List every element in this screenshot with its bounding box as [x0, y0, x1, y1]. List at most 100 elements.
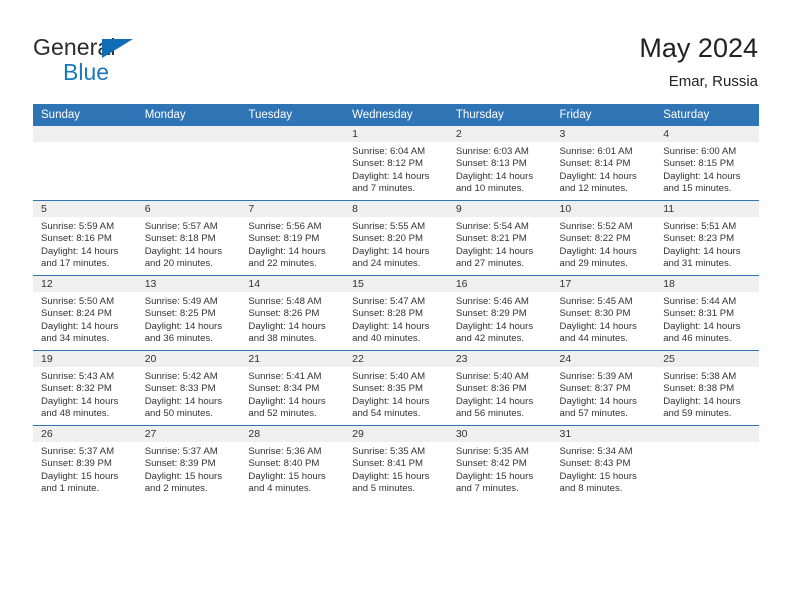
day-detail-line: Daylight: 14 hours	[144, 245, 223, 257]
week-row: 26 Sunrise: 5:37 AM Sunset: 8:39 PM Dayligh…	[33, 425, 759, 500]
day-detail-line: Sunset: 8:25 PM	[144, 308, 216, 320]
day-detail-line: Sunset: 8:23 PM	[663, 233, 735, 245]
week-row: 12 Sunrise: 5:50 AM Sunset: 8:24 PM Dayligh…	[33, 275, 759, 351]
day-detail-line: Sunset: 8:39 PM	[41, 458, 112, 470]
day-number: 13	[136, 276, 241, 292]
day-details: Sunrise: 5:59 AM Sunset: 8:16 PM Daylight:…	[33, 217, 137, 274]
day-detail-line: and 2 minutes.	[144, 483, 208, 495]
day-detail-line: Sunset: 8:31 PM	[663, 308, 735, 320]
day-cell-2[interactable]: 2 Sunrise: 6:03 AM Sunset: 8:13 PM Daylight…	[447, 126, 552, 201]
day-cell-19[interactable]: 19 Sunrise: 5:43 AM Sunset: 8:32 PM Dayligh…	[33, 350, 137, 426]
day-cell-3[interactable]: 3 Sunrise: 6:01 AM Sunset: 8:14 PM Daylight…	[551, 126, 656, 201]
day-cell-12[interactable]: 12 Sunrise: 5:50 AM Sunset: 8:24 PM Dayligh…	[33, 275, 137, 351]
brand-logo[interactable]: General Blue	[33, 36, 213, 88]
day-details: Sunrise: 5:35 AM Sunset: 8:42 PM Daylight:…	[448, 442, 552, 499]
day-detail-line: Daylight: 14 hours	[559, 395, 637, 407]
day-cell-16[interactable]: 16 Sunrise: 5:46 AM Sunset: 8:29 PM Dayligh…	[447, 275, 552, 351]
day-cell-8[interactable]: 8 Sunrise: 5:55 AM Sunset: 8:20 PM Daylight…	[344, 200, 448, 276]
day-cell-18[interactable]: 18 Sunrise: 5:44 AM Sunset: 8:31 PM Dayligh…	[655, 275, 759, 351]
day-details: Sunrise: 5:56 AM Sunset: 8:19 PM Daylight:…	[240, 217, 344, 274]
day-details: Sunrise: 6:01 AM Sunset: 8:14 PM Daylight:…	[552, 142, 656, 199]
day-details: Sunrise: 5:39 AM Sunset: 8:37 PM Daylight:…	[552, 367, 656, 424]
day-number: 16	[447, 276, 552, 292]
day-cell-21[interactable]: 21 Sunrise: 5:41 AM Sunset: 8:34 PM Dayligh…	[240, 350, 345, 426]
day-cell-31[interactable]: 31 Sunrise: 5:34 AM Sunset: 8:43 PM Dayligh…	[551, 425, 656, 500]
day-detail-line: Sunset: 8:42 PM	[455, 458, 527, 470]
day-detail-line: Sunrise: 5:45 AM	[559, 296, 633, 307]
day-number: 9	[447, 201, 552, 217]
day-cell-1[interactable]: 1 Sunrise: 6:04 AM Sunset: 8:12 PM Daylight…	[344, 126, 448, 201]
day-detail-line: Sunset: 8:21 PM	[455, 233, 527, 245]
day-number: 8	[344, 201, 448, 217]
day-detail-line: Sunset: 8:41 PM	[352, 458, 424, 470]
day-cell-29[interactable]: 29 Sunrise: 5:35 AM Sunset: 8:41 PM Dayligh…	[344, 425, 448, 500]
day-number: 1	[344, 126, 448, 142]
day-detail-line: Daylight: 14 hours	[248, 320, 326, 332]
day-detail-line: and 57 minutes.	[559, 408, 628, 420]
day-detail-line: and 56 minutes.	[455, 408, 525, 420]
day-cell-25[interactable]: 25 Sunrise: 5:38 AM Sunset: 8:38 PM Dayligh…	[655, 350, 759, 426]
day-detail-line: Daylight: 14 hours	[41, 320, 119, 332]
day-detail-line: Sunset: 8:29 PM	[455, 308, 527, 320]
day-cell-24[interactable]: 24 Sunrise: 5:39 AM Sunset: 8:37 PM Dayligh…	[551, 350, 656, 426]
day-details	[137, 142, 241, 150]
day-cell-empty	[240, 126, 345, 201]
day-detail-line: and 10 minutes.	[455, 183, 525, 195]
day-detail-line: Sunset: 8:34 PM	[248, 383, 320, 395]
day-cell-27[interactable]: 27 Sunrise: 5:37 AM Sunset: 8:39 PM Dayligh…	[136, 425, 241, 500]
title-block: May 2024 Emar, Russia	[639, 32, 758, 92]
day-detail-line: Daylight: 15 hours	[248, 470, 326, 482]
day-number: 23	[447, 351, 552, 367]
day-detail-line: Sunrise: 5:52 AM	[559, 221, 633, 232]
day-number: 12	[33, 276, 137, 292]
day-detail-line: Sunset: 8:37 PM	[559, 383, 631, 395]
day-details: Sunrise: 5:50 AM Sunset: 8:24 PM Daylight:…	[33, 292, 137, 349]
day-details: Sunrise: 5:43 AM Sunset: 8:32 PM Daylight:…	[33, 367, 137, 424]
day-cell-22[interactable]: 22 Sunrise: 5:40 AM Sunset: 8:35 PM Dayligh…	[344, 350, 448, 426]
brand-name-general: General	[33, 36, 213, 60]
day-detail-line: Daylight: 14 hours	[455, 395, 534, 407]
day-detail-line: and 4 minutes.	[248, 483, 312, 495]
day-cell-23[interactable]: 23 Sunrise: 5:40 AM Sunset: 8:36 PM Dayligh…	[447, 350, 552, 426]
day-cell-17[interactable]: 17 Sunrise: 5:45 AM Sunset: 8:30 PM Dayligh…	[551, 275, 656, 351]
day-cell-15[interactable]: 15 Sunrise: 5:47 AM Sunset: 8:28 PM Dayligh…	[344, 275, 448, 351]
day-detail-line: Sunrise: 6:00 AM	[663, 146, 737, 157]
day-detail-line: and 34 minutes.	[41, 333, 110, 345]
week-row: 1 Sunrise: 6:04 AM Sunset: 8:12 PM Daylight…	[33, 126, 759, 201]
day-cell-empty	[655, 425, 759, 500]
day-cell-11[interactable]: 11 Sunrise: 5:51 AM Sunset: 8:23 PM Dayligh…	[655, 200, 759, 276]
day-cell-10[interactable]: 10 Sunrise: 5:52 AM Sunset: 8:22 PM Dayligh…	[551, 200, 656, 276]
day-detail-line: Sunset: 8:14 PM	[559, 158, 631, 170]
day-cell-9[interactable]: 9 Sunrise: 5:54 AM Sunset: 8:21 PM Daylight…	[447, 200, 552, 276]
day-details: Sunrise: 5:46 AM Sunset: 8:29 PM Daylight:…	[448, 292, 552, 349]
day-cell-6[interactable]: 6 Sunrise: 5:57 AM Sunset: 8:18 PM Daylight…	[136, 200, 241, 276]
day-cell-5[interactable]: 5 Sunrise: 5:59 AM Sunset: 8:16 PM Daylight…	[33, 200, 137, 276]
day-detail-line: Sunset: 8:38 PM	[663, 383, 735, 395]
day-detail-line: Daylight: 14 hours	[352, 395, 430, 407]
weekday-header-tuesday: Tuesday	[240, 104, 345, 126]
day-details: Sunrise: 5:47 AM Sunset: 8:28 PM Daylight:…	[344, 292, 448, 349]
weekday-header-monday: Monday	[136, 104, 241, 126]
day-detail-line: Daylight: 14 hours	[248, 245, 326, 257]
day-detail-line: and 48 minutes.	[41, 408, 110, 420]
day-number: 14	[240, 276, 345, 292]
day-detail-line: Sunset: 8:43 PM	[559, 458, 631, 470]
day-detail-line: Sunset: 8:40 PM	[248, 458, 320, 470]
weekday-header-saturday: Saturday	[655, 104, 759, 126]
day-number: 25	[655, 351, 759, 367]
day-number: 2	[447, 126, 552, 142]
day-detail-line: Sunrise: 6:01 AM	[559, 146, 633, 157]
day-cell-13[interactable]: 13 Sunrise: 5:49 AM Sunset: 8:25 PM Dayligh…	[136, 275, 241, 351]
day-cell-20[interactable]: 20 Sunrise: 5:42 AM Sunset: 8:33 PM Dayligh…	[136, 350, 241, 426]
day-number: 21	[240, 351, 345, 367]
day-cell-14[interactable]: 14 Sunrise: 5:48 AM Sunset: 8:26 PM Dayligh…	[240, 275, 345, 351]
day-cell-26[interactable]: 26 Sunrise: 5:37 AM Sunset: 8:39 PM Dayligh…	[33, 425, 137, 500]
day-cell-30[interactable]: 30 Sunrise: 5:35 AM Sunset: 8:42 PM Dayligh…	[447, 425, 552, 500]
day-detail-line: Daylight: 14 hours	[559, 320, 637, 332]
day-cell-7[interactable]: 7 Sunrise: 5:56 AM Sunset: 8:19 PM Daylight…	[240, 200, 345, 276]
day-details	[655, 442, 759, 450]
day-cell-4[interactable]: 4 Sunrise: 6:00 AM Sunset: 8:15 PM Daylight…	[655, 126, 759, 201]
day-detail-line: Sunrise: 5:41 AM	[248, 371, 322, 382]
day-details: Sunrise: 5:54 AM Sunset: 8:21 PM Daylight:…	[448, 217, 552, 274]
day-cell-28[interactable]: 28 Sunrise: 5:36 AM Sunset: 8:40 PM Dayligh…	[240, 425, 345, 500]
